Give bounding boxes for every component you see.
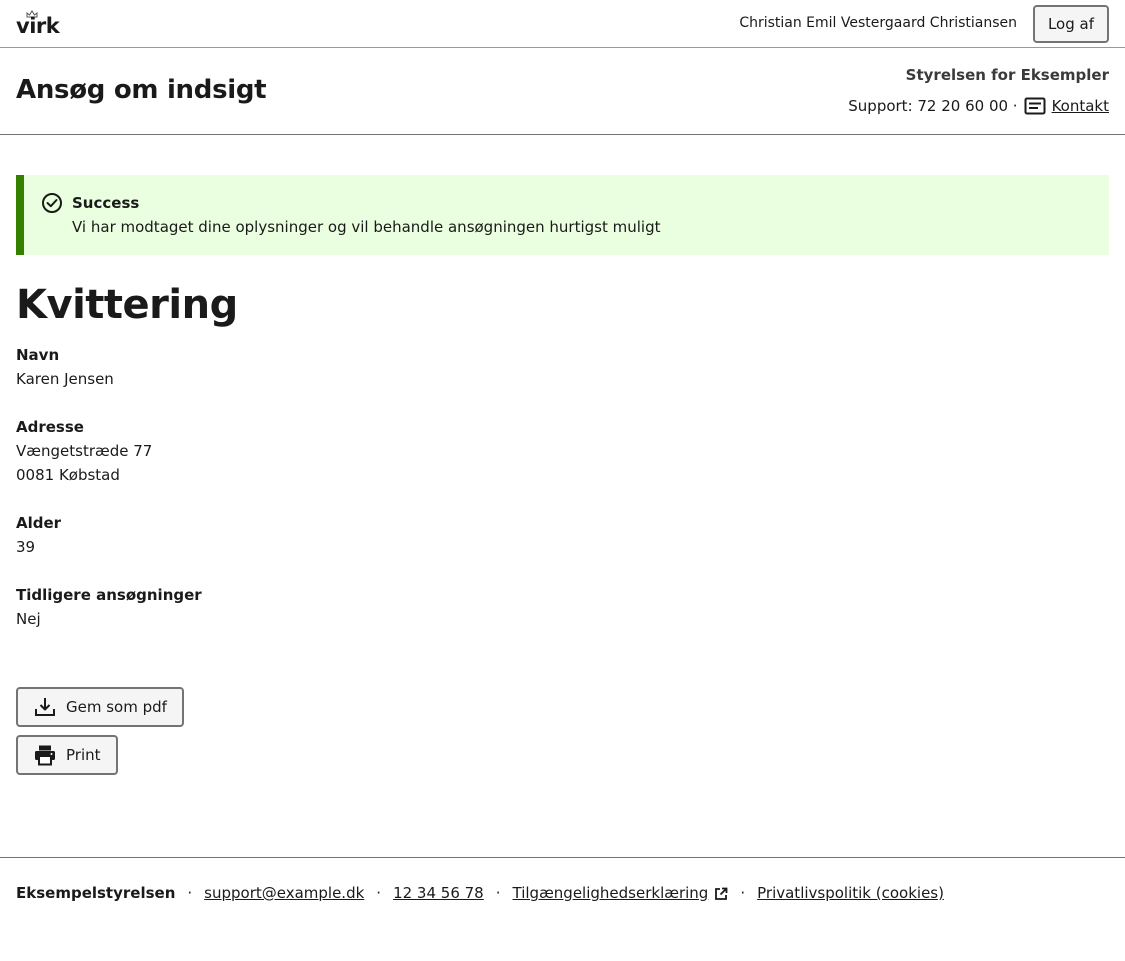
field-previous-applications: Tidligere ansøgninger Nej — [16, 583, 202, 631]
field-value: 0081 Købstad — [16, 466, 120, 484]
field-label: Adresse — [16, 418, 84, 436]
footer-org: Eksempelstyrelsen — [16, 884, 176, 902]
field-value: Nej — [16, 610, 41, 628]
virk-logo[interactable]: virk — [16, 10, 60, 38]
footer-separator: · — [187, 884, 193, 902]
printer-icon — [35, 745, 55, 766]
field-label: Navn — [16, 346, 60, 364]
download-icon — [35, 698, 55, 716]
user-name: Christian Emil Vestergaard Christiansen — [739, 15, 1017, 31]
logo-text: virk — [16, 14, 60, 38]
field-label: Tidligere ansøgninger — [16, 586, 202, 604]
authority-name: Styrelsen for Eksempler — [905, 66, 1109, 84]
page-title: Ansøg om indsigt — [16, 75, 267, 105]
field-label: Alder — [16, 514, 62, 532]
field-address: Adresse Vængetstræde 77 0081 Købstad — [16, 415, 152, 487]
print-label: Print — [66, 746, 101, 764]
alert-message: Vi har modtaget dine oplysninger og vil … — [72, 218, 661, 236]
alert-heading: Success — [72, 194, 140, 212]
contact-link[interactable]: Kontakt — [1052, 97, 1109, 115]
footer-separator: · — [376, 884, 382, 902]
field-value: 39 — [16, 538, 36, 556]
field-name: Navn Karen Jensen — [16, 343, 114, 391]
page-header: Ansøg om indsigt Styrelsen for Eksempler… — [0, 48, 1125, 135]
print-button[interactable]: Print — [16, 735, 118, 775]
check-circle-icon — [42, 193, 62, 213]
logout-button[interactable]: Log af — [1033, 5, 1109, 43]
accessibility-label: Tilgængelighedserklæring — [512, 884, 709, 902]
support-line: Support: 72 20 60 00 · Kontakt — [848, 97, 1109, 115]
footer-links: Eksempelstyrelsen · support@example.dk ·… — [16, 884, 944, 902]
support-phone: Support: 72 20 60 00 · — [848, 97, 1018, 115]
success-alert: Success Vi har modtaget dine oplysninger… — [16, 175, 1109, 255]
footer-separator: · — [740, 884, 746, 902]
footer-email-link[interactable]: support@example.dk — [204, 884, 364, 902]
message-icon — [1024, 97, 1046, 115]
external-link-icon — [715, 887, 728, 900]
field-age: Alder 39 — [16, 511, 61, 559]
footer-privacy-link[interactable]: Privatlivspolitik (cookies) — [757, 884, 944, 902]
save-pdf-label: Gem som pdf — [66, 698, 167, 716]
footer-phone-link[interactable]: 12 34 56 78 — [393, 884, 484, 902]
receipt-title: Kvittering — [16, 282, 238, 328]
field-value: Vængetstræde 77 — [16, 442, 153, 460]
field-value: Karen Jensen — [16, 370, 114, 388]
footer-accessibility-link[interactable]: Tilgængelighedserklæring — [513, 884, 729, 902]
footer-separator: · — [495, 884, 501, 902]
footer: Eksempelstyrelsen · support@example.dk ·… — [0, 857, 1125, 961]
top-bar: virk Christian Emil Vestergaard Christia… — [0, 0, 1125, 48]
save-pdf-button[interactable]: Gem som pdf — [16, 687, 184, 727]
